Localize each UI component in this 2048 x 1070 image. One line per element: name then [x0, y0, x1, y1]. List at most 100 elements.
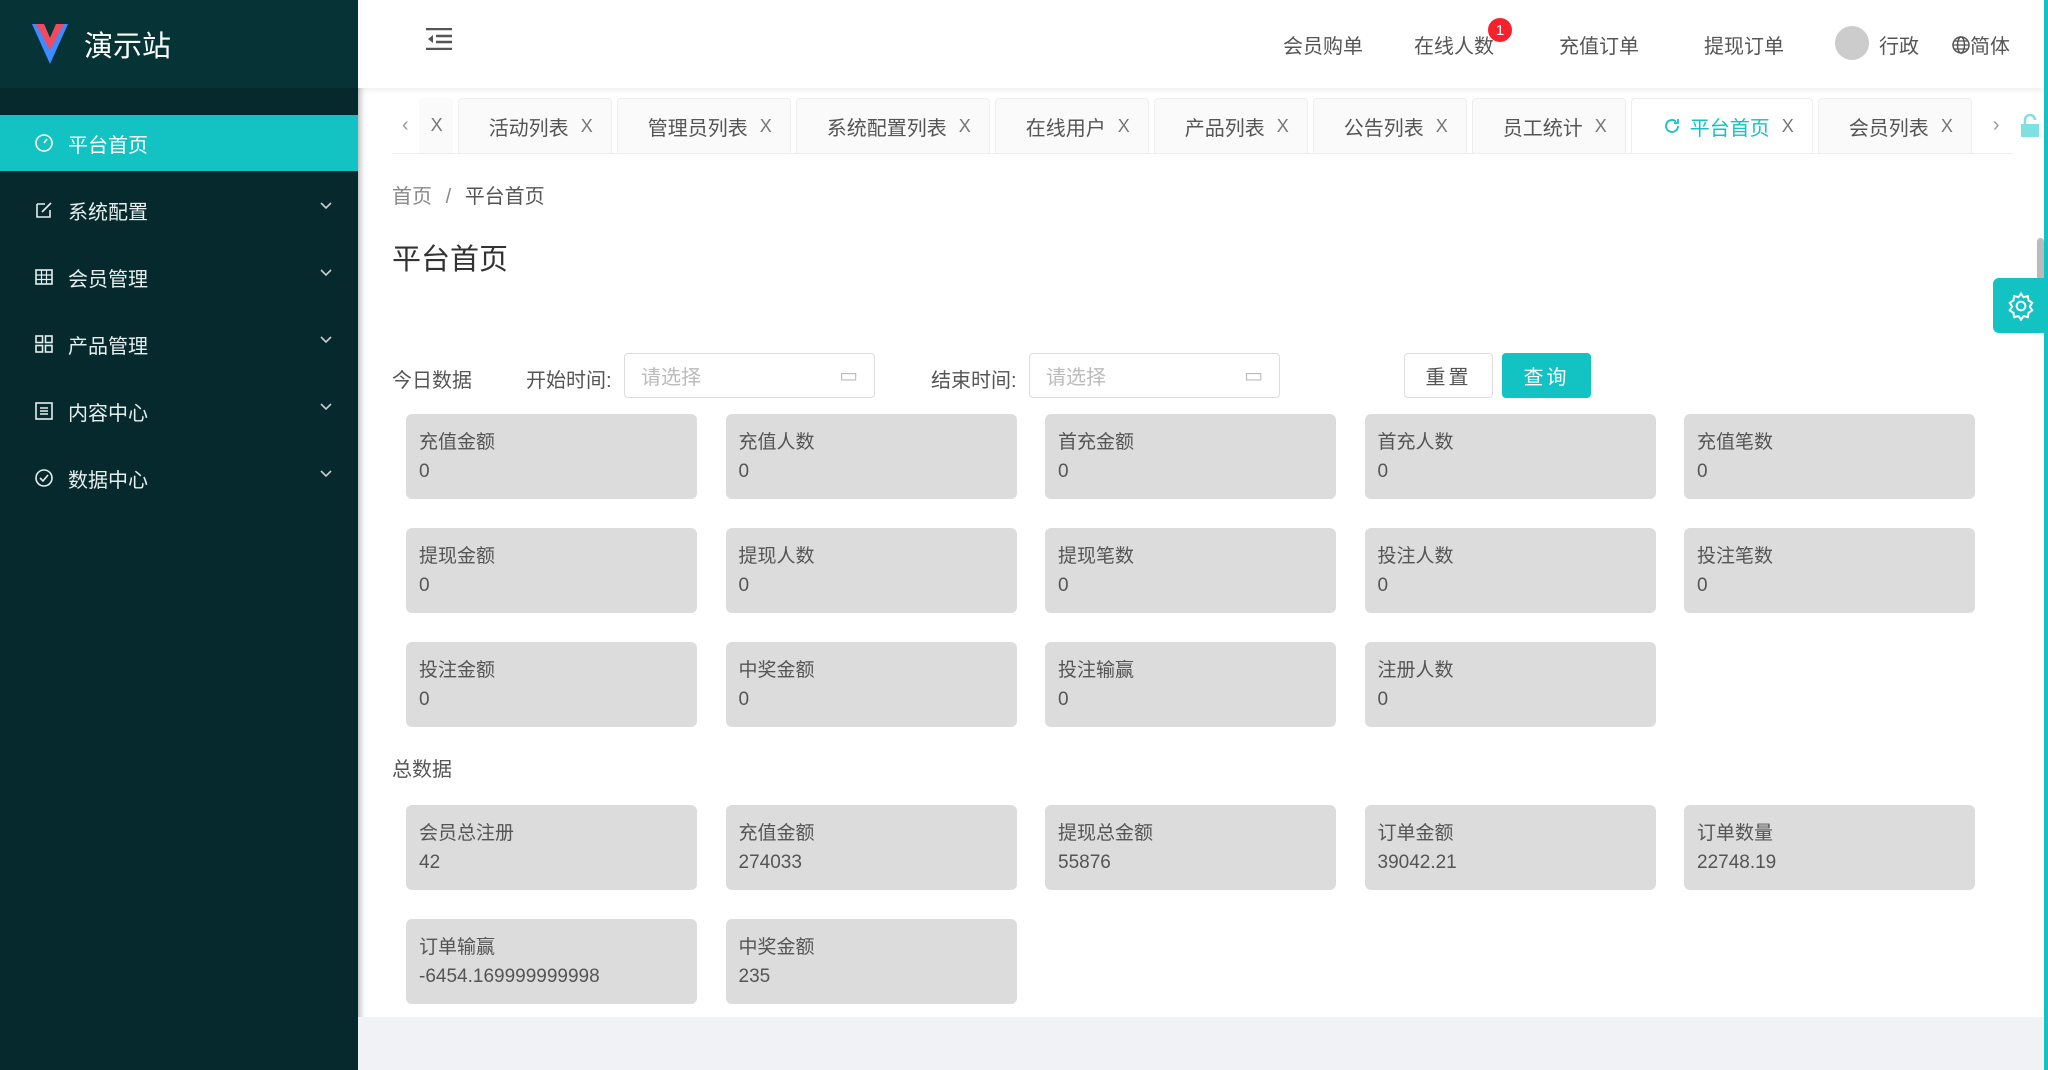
- user-name[interactable]: 行政: [1879, 30, 1919, 59]
- stat-value: -6454.169999999998: [419, 962, 684, 991]
- globe-icon: [1952, 36, 1970, 54]
- tab-label: 产品列表: [1185, 112, 1265, 141]
- language-switch[interactable]: 简体: [1952, 30, 2010, 59]
- breadcrumb: 首页 / 平台首页: [392, 180, 545, 209]
- stat-label: 提现金额: [419, 542, 684, 571]
- close-icon[interactable]: X: [581, 116, 593, 137]
- refresh-icon[interactable]: [1662, 116, 1682, 136]
- close-icon[interactable]: X: [1277, 116, 1289, 137]
- query-button[interactable]: 查询: [1502, 353, 1591, 398]
- stat-value: 0: [419, 685, 684, 714]
- stat-label: 首充人数: [1378, 428, 1643, 457]
- stat-value: 55876: [1058, 848, 1323, 877]
- chevron-down-icon: [320, 269, 332, 277]
- stat-value: 0: [1378, 571, 1643, 600]
- stat-label: 提现笔数: [1058, 542, 1323, 571]
- stat-label: 中奖金额: [739, 933, 1004, 962]
- close-icon[interactable]: X: [1595, 116, 1607, 137]
- withdraw-orders-link[interactable]: 提现订单: [1704, 30, 1784, 59]
- stat-value: 0: [1697, 457, 1962, 486]
- avatar[interactable]: [1835, 26, 1869, 60]
- tab-label: 公告列表: [1344, 112, 1424, 141]
- chevron-down-icon: [320, 202, 332, 210]
- menu-fold-icon[interactable]: [426, 28, 452, 55]
- stat-label: 提现人数: [739, 542, 1004, 571]
- dashboard-icon: [34, 133, 54, 153]
- stat-card: 中奖金额0: [726, 642, 1017, 727]
- right-edge: [2044, 0, 2048, 1070]
- stat-value: 0: [1058, 685, 1323, 714]
- close-icon[interactable]: X: [1941, 116, 1953, 137]
- stat-label: 订单金额: [1378, 819, 1643, 848]
- sidebar-item-5[interactable]: 数据中心: [0, 450, 358, 506]
- tab-item[interactable]: 管理员列表X: [617, 98, 791, 153]
- stat-card: 提现总金额55876: [1045, 805, 1336, 890]
- tab-item[interactable]: 产品列表 X: [1154, 98, 1308, 153]
- tab-partial[interactable]: X: [419, 98, 453, 153]
- stat-value: 274033: [739, 848, 1004, 877]
- stat-card: 投注人数0: [1365, 528, 1656, 613]
- tab-label: 系统配置列表: [827, 112, 947, 141]
- gear-icon: [2006, 291, 2036, 321]
- table-icon: [34, 267, 54, 287]
- stat-value: 0: [1697, 571, 1962, 600]
- sidebar-item-2[interactable]: 会员管理: [0, 249, 358, 305]
- tab-item[interactable]: 系统配置列表 X: [796, 98, 990, 153]
- lock-icon[interactable]: [2010, 98, 2048, 153]
- app-title: 演示站: [84, 23, 171, 65]
- close-icon[interactable]: X: [1782, 116, 1794, 137]
- reset-button[interactable]: 重置: [1404, 353, 1493, 398]
- stat-value: 0: [739, 685, 1004, 714]
- end-time-input[interactable]: 请选择▭: [1029, 353, 1280, 398]
- stat-card: 提现人数0: [726, 528, 1017, 613]
- sidebar-item-0[interactable]: 平台首页: [0, 115, 358, 171]
- tab-item[interactable]: 平台首页X: [1631, 98, 1813, 153]
- sidebar-item-1[interactable]: 系统配置: [0, 182, 358, 238]
- language-label: 简体: [1970, 30, 2010, 59]
- logo[interactable]: 演示站: [0, 0, 358, 88]
- close-icon[interactable]: X: [431, 115, 443, 136]
- chevron-down-icon: [320, 336, 332, 344]
- online-users-link[interactable]: 在线人数1: [1414, 30, 1494, 59]
- end-time-placeholder: 请选择: [1046, 361, 1106, 390]
- stat-label: 充值金额: [739, 819, 1004, 848]
- close-icon[interactable]: X: [1118, 116, 1130, 137]
- tabs-bar: ‹ X 活动列表X管理员列表X系统配置列表X在线用户X产品列表X公告列表X员工统…: [392, 98, 2014, 154]
- tab-label: 活动列表: [489, 112, 569, 141]
- sidebar-item-3[interactable]: 产品管理: [0, 316, 358, 372]
- close-icon[interactable]: X: [959, 116, 971, 137]
- member-orders-link[interactable]: 会员购单: [1283, 30, 1363, 59]
- settings-button[interactable]: [1993, 278, 2048, 333]
- tab-item[interactable]: 活动列表 X: [458, 98, 612, 153]
- recharge-orders-link[interactable]: 充值订单: [1559, 30, 1639, 59]
- breadcrumb-separator: /: [446, 186, 452, 208]
- stat-label: 会员总注册: [419, 819, 684, 848]
- tabs-scroll-right[interactable]: ›: [1983, 98, 2010, 153]
- stat-card: 投注金额0: [406, 642, 697, 727]
- stat-label: 充值笔数: [1697, 428, 1962, 457]
- close-icon[interactable]: X: [760, 116, 772, 137]
- tab-item[interactable]: 在线用户 X: [995, 98, 1149, 153]
- stat-value: 0: [1058, 457, 1323, 486]
- start-time-input[interactable]: 请选择▭: [624, 353, 875, 398]
- tab-item[interactable]: 会员列表 X: [1818, 98, 1972, 153]
- stat-value: 0: [739, 457, 1004, 486]
- sidebar-item-label: 内容中心: [68, 397, 148, 426]
- tab-label: 会员列表: [1849, 112, 1929, 141]
- sidebar-item-4[interactable]: 内容中心: [0, 383, 358, 439]
- tab-item[interactable]: 公告列表 X: [1313, 98, 1467, 153]
- tab-item[interactable]: 员工统计X: [1472, 98, 1626, 153]
- stat-label: 投注人数: [1378, 542, 1643, 571]
- sidebar-item-label: 数据中心: [68, 464, 148, 493]
- stat-label: 充值人数: [739, 428, 1004, 457]
- stat-value: 0: [1378, 457, 1643, 486]
- sidebar-item-label: 系统配置: [68, 196, 148, 225]
- tabs-scroll-left[interactable]: ‹: [392, 98, 419, 153]
- close-icon[interactable]: X: [1436, 116, 1448, 137]
- stat-label: 订单数量: [1697, 819, 1962, 848]
- grid-icon: [34, 334, 54, 354]
- breadcrumb-home[interactable]: 首页: [392, 186, 432, 208]
- today-data-label: 今日数据: [392, 364, 472, 393]
- tab-label: 在线用户: [1026, 112, 1106, 141]
- stat-value: 42: [419, 848, 684, 877]
